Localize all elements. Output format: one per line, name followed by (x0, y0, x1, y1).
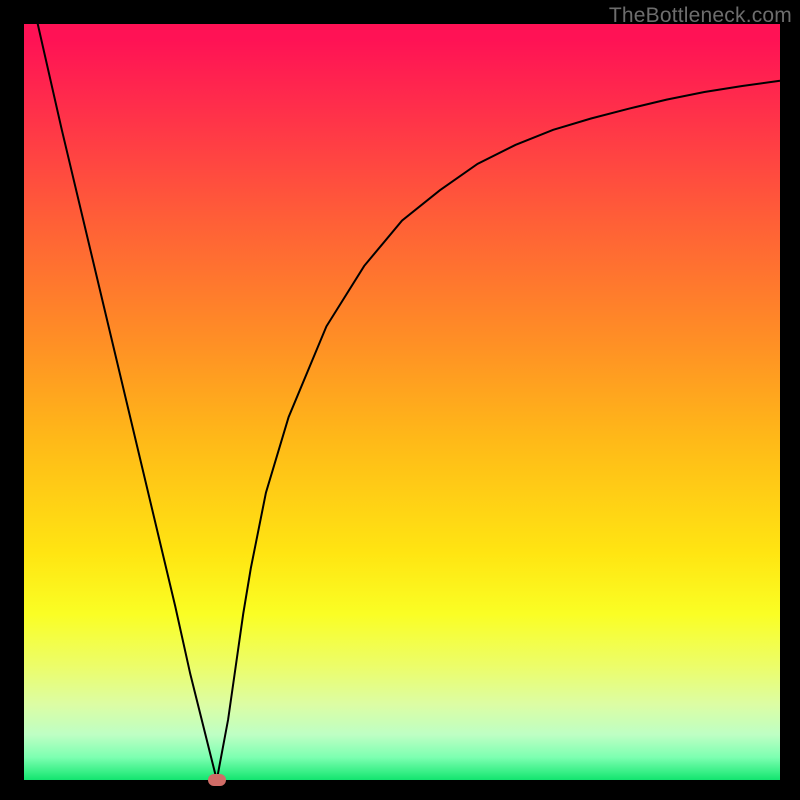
plot-area (24, 24, 780, 780)
curve-svg (24, 24, 780, 780)
bottleneck-curve (24, 0, 780, 780)
optimal-point-marker (208, 774, 226, 786)
chart-stage: TheBottleneck.com (0, 0, 800, 800)
watermark-text: TheBottleneck.com (609, 4, 792, 28)
